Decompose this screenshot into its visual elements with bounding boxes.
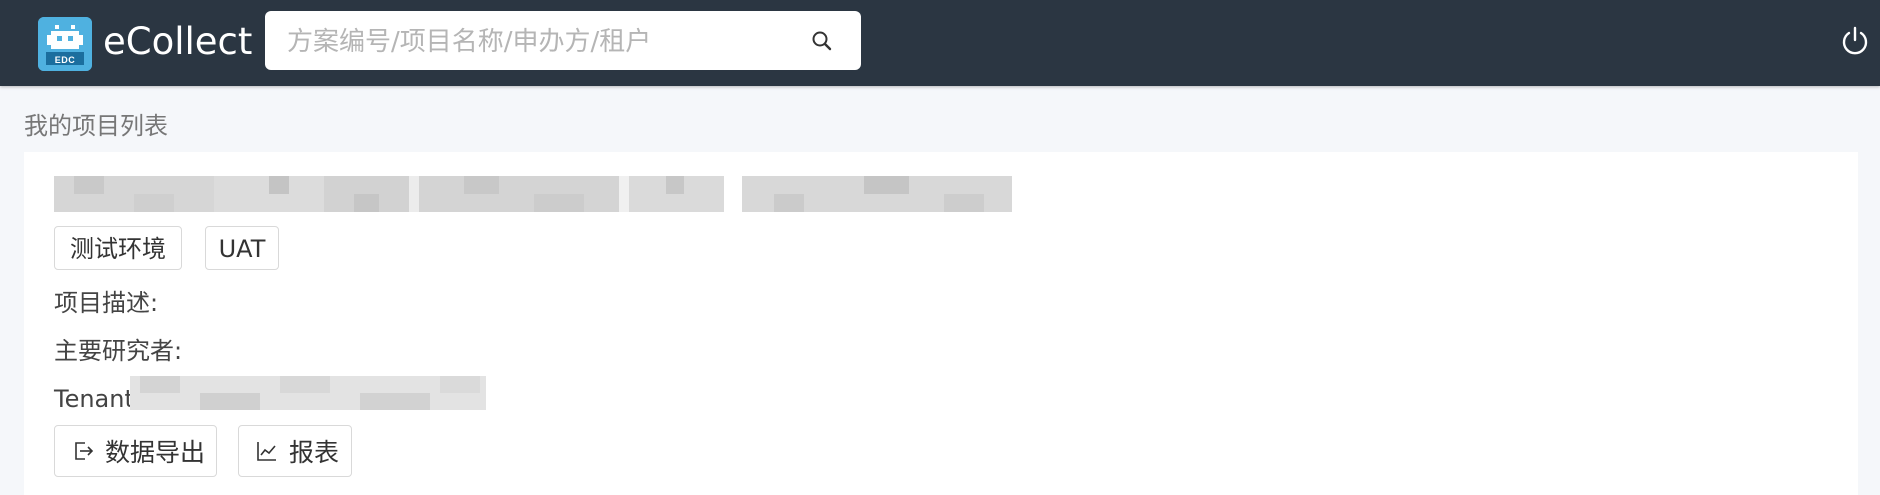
top-navbar: EDC eCollect	[0, 0, 1880, 86]
power-icon[interactable]	[1839, 25, 1871, 57]
report-button[interactable]: 报表	[238, 425, 352, 477]
data-export-label: 数据导出	[105, 438, 206, 467]
project-name-redacted[interactable]	[54, 176, 1081, 212]
tenant-label: Tenant:	[54, 385, 142, 413]
principal-investigator-label: 主要研究者:	[54, 337, 183, 365]
project-description-label: 项目描述:	[54, 289, 159, 317]
export-icon	[75, 442, 94, 460]
environment-tag: 测试环境	[54, 226, 182, 270]
app-logo[interactable]: EDC	[38, 17, 92, 71]
logo-text: EDC	[54, 55, 76, 65]
line-chart-icon	[257, 442, 276, 461]
page-title: 我的项目列表	[24, 112, 168, 140]
tenant-value-redacted	[130, 376, 486, 410]
app-name[interactable]: eCollect	[103, 20, 252, 64]
search-icon[interactable]	[808, 27, 836, 55]
redacted-text-image	[54, 176, 1012, 212]
report-label: 报表	[289, 438, 340, 467]
search-input[interactable]	[285, 11, 789, 72]
uat-tag: UAT	[205, 226, 279, 270]
search-box	[265, 11, 861, 72]
data-export-button[interactable]: 数据导出	[54, 425, 217, 477]
